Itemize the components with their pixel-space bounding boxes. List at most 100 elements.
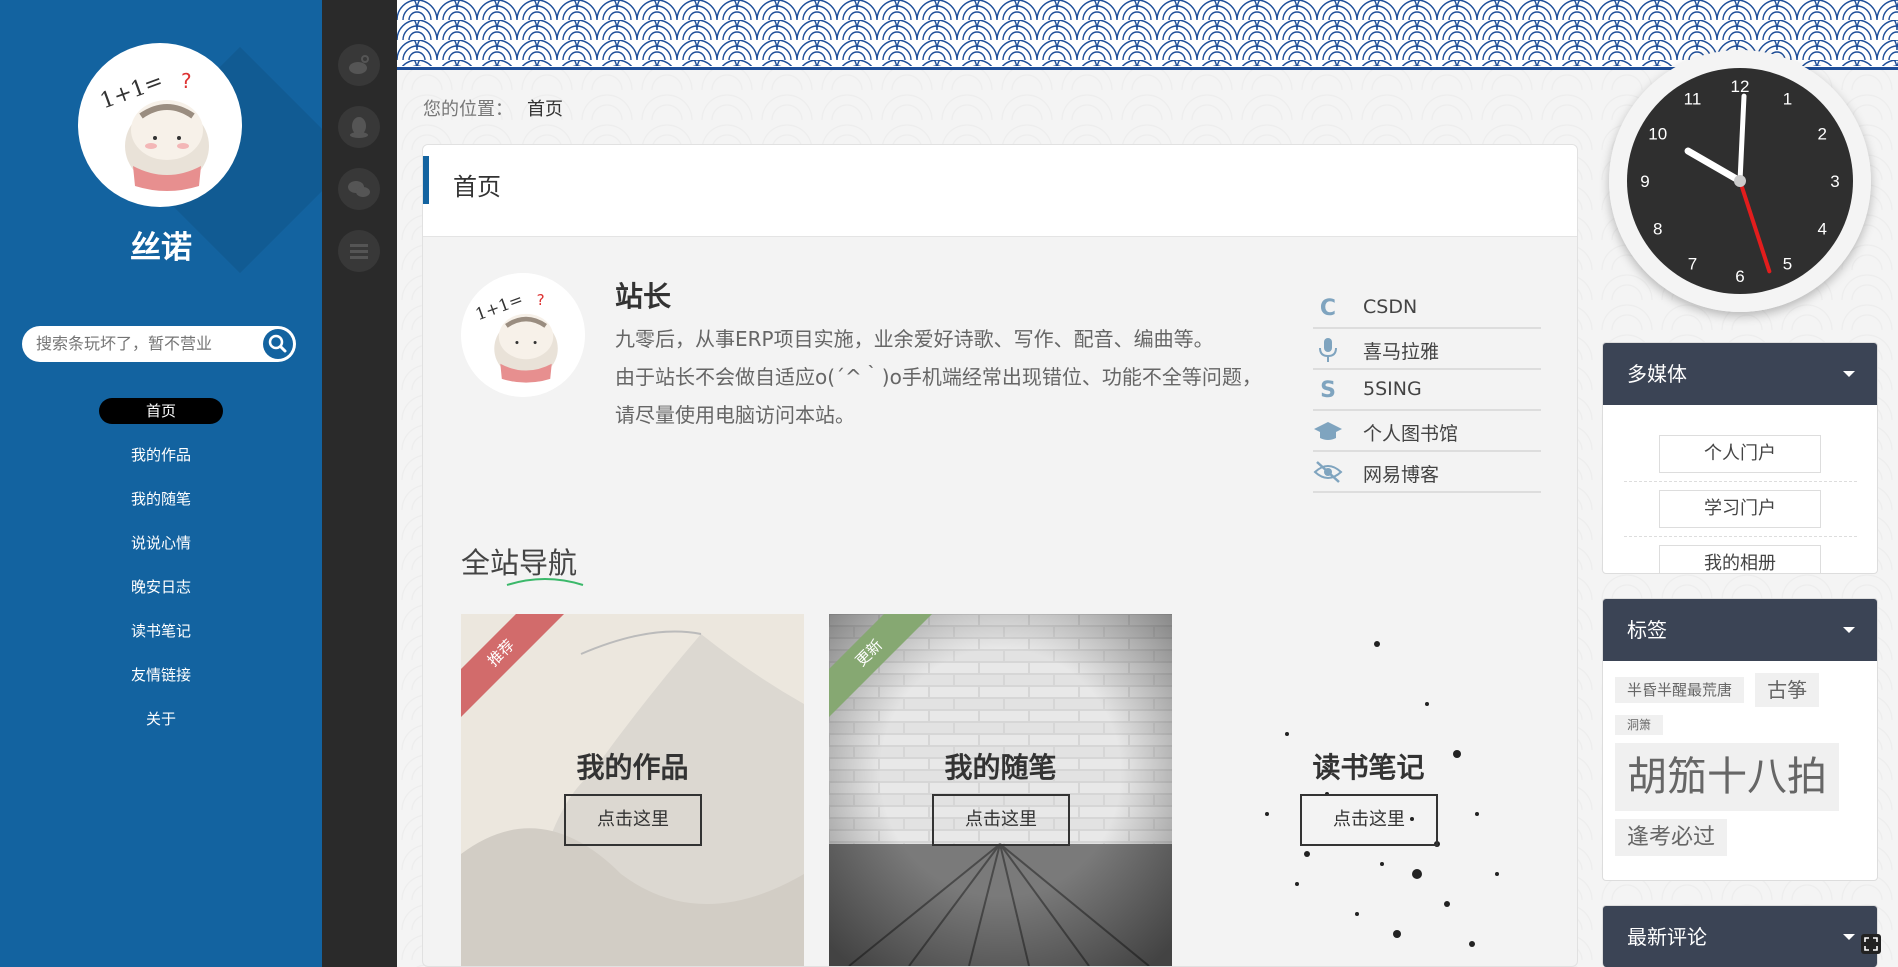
clock-number: 5 (1783, 254, 1792, 273)
search-input[interactable] (36, 334, 256, 353)
nav-item-essays[interactable]: 我的随笔 (99, 486, 223, 512)
clock-number: 4 (1818, 220, 1827, 239)
caret-down-icon[interactable] (1843, 627, 1855, 633)
clock-number: 7 (1688, 254, 1697, 273)
section-title-underline (506, 578, 584, 586)
nav-tile-works[interactable]: 推荐 我的作品 点击这里 (461, 614, 804, 966)
avatar[interactable]: 1+1= ? (78, 43, 242, 207)
wechat-icon[interactable] (338, 168, 380, 210)
link-netease-blog[interactable]: 网易博客 (1313, 452, 1541, 493)
clock-number: 6 (1735, 267, 1744, 286)
nav-item-home[interactable]: 首页 (99, 398, 223, 424)
caret-down-icon[interactable] (1843, 934, 1855, 940)
nav-item-night-log[interactable]: 晚安日志 (99, 574, 223, 600)
media-item[interactable]: 个人门户 (1659, 435, 1821, 473)
link-csdn[interactable]: C CSDN (1313, 288, 1541, 329)
profile-description: 九零后，从事ERP项目实施，业余爱好诗歌、写作、配音、编曲等。 由于站长不会做自… (615, 320, 1315, 434)
clock-number: 12 (1731, 77, 1750, 96)
widget-title: 多媒体 (1627, 362, 1687, 386)
widget-multimedia: 多媒体 个人门户 学习门户 我的相册 (1602, 342, 1878, 574)
nav-item-about[interactable]: 关于 (99, 706, 223, 732)
tile-button[interactable]: 点击这里 (932, 794, 1070, 846)
caret-down-icon[interactable] (1843, 371, 1855, 377)
csdn-icon: C (1319, 296, 1337, 321)
profile-name: 站长 (615, 280, 672, 313)
nav-item-moods[interactable]: 说说心情 (99, 530, 223, 556)
widget-title: 最新评论 (1627, 925, 1707, 949)
divider (1623, 536, 1857, 537)
tile-title: 我的作品 (576, 751, 689, 784)
media-item[interactable]: 学习门户 (1659, 490, 1821, 528)
svg-text:?: ? (181, 69, 192, 93)
clock-number: 8 (1653, 220, 1662, 239)
eye-slash-icon (1313, 460, 1343, 486)
link-label: CSDN (1363, 296, 1418, 318)
tile-title: 我的随笔 (944, 751, 1057, 784)
tag-item[interactable]: 洞箫 (1615, 715, 1664, 735)
tag-item[interactable]: 逢考必过 (1615, 819, 1728, 856)
weibo-icon[interactable] (338, 44, 380, 86)
link-ximalaya[interactable]: 喜马拉雅 (1313, 329, 1541, 370)
breadcrumb-prefix: 您的位置： (423, 99, 513, 120)
divider (1623, 481, 1857, 482)
nav-item-works[interactable]: 我的作品 (99, 442, 223, 468)
card-header-accent-bar (423, 156, 429, 204)
analog-clock: 12 1 2 3 4 5 6 7 8 9 10 11 (1609, 50, 1871, 312)
social-strip (322, 0, 397, 967)
nav-item-reading-notes[interactable]: 读书笔记 (99, 618, 223, 644)
clock-number: 10 (1648, 125, 1667, 144)
widget-header[interactable]: 标签 (1603, 599, 1877, 661)
5sing-icon: S (1320, 378, 1336, 403)
widget-header[interactable]: 多媒体 (1603, 343, 1877, 405)
ink-splatter-image (1265, 641, 1499, 947)
brick-wall-image (829, 614, 1172, 966)
nav-tile-reading-notes[interactable]: 读书笔记 点击这里 (1197, 614, 1540, 966)
list-icon[interactable] (338, 230, 380, 272)
sidebar-nav: 首页 我的作品 我的随笔 说说心情 晚安日志 读书笔记 友情链接 关于 (0, 398, 322, 750)
graduation-cap-icon (1313, 419, 1343, 445)
profile-desc-line: 九零后，从事ERP项目实施，业余爱好诗歌、写作、配音、编曲等。 (615, 327, 1214, 351)
tile-title: 读书笔记 (1312, 751, 1425, 784)
search-button[interactable] (263, 329, 293, 359)
card-header: 首页 (423, 145, 1577, 237)
left-sidebar: 1+1= ? 丝诺 首页 我的作品 我的随笔 说说心情 晚安日志 读书笔记 友情… (0, 0, 322, 967)
qq-icon[interactable] (338, 106, 380, 148)
clock-number: 1 (1783, 90, 1792, 109)
link-label: 喜马拉雅 (1363, 341, 1440, 363)
search-icon (268, 334, 287, 353)
ink-landscape-image (461, 614, 804, 966)
clock-number: 9 (1640, 172, 1649, 191)
link-label: 5SING (1363, 378, 1422, 400)
nav-tile-essays[interactable]: 更新 我的随笔 点击这里 (829, 614, 1172, 966)
content-card: 首页 1+1= ? 站长 九零后，从事ERP项目实施，业余爱好诗歌、写作、配音、… (422, 144, 1578, 967)
widget-title: 标签 (1627, 618, 1667, 642)
breadcrumb: 您的位置： 首页 (423, 95, 563, 121)
external-links: C CSDN 喜马拉雅 S 5SING 个人图书馆 网易博客 (1313, 288, 1541, 493)
clock-number: 2 (1818, 125, 1827, 144)
tile-button[interactable]: 点击这里 (1300, 794, 1438, 846)
site-name: 丝诺 (130, 230, 192, 266)
search-box (22, 326, 296, 362)
tag-item[interactable]: 半昏半醒最荒唐 (1615, 677, 1745, 703)
media-item[interactable]: 我的相册 (1659, 545, 1821, 573)
tile-button[interactable]: 点击这里 (564, 794, 702, 846)
link-personal-library[interactable]: 个人图书馆 (1313, 411, 1541, 452)
profile-desc-line: 请尽量使用电脑访问本站。 (615, 403, 855, 427)
link-5sing[interactable]: S 5SING (1313, 370, 1541, 411)
tag-cloud: 半昏半醒最荒唐 古筝 洞箫 胡笳十八拍 逢考必过 (1603, 661, 1877, 864)
link-label: 个人图书馆 (1363, 423, 1459, 445)
fullscreen-icon[interactable] (1861, 934, 1881, 954)
nav-item-friend-links[interactable]: 友情链接 (99, 662, 223, 688)
clock-number: 3 (1830, 172, 1839, 191)
link-label: 网易博客 (1363, 464, 1440, 486)
clock-number: 11 (1684, 90, 1702, 109)
svg-text:?: ? (537, 291, 545, 309)
tag-item[interactable]: 古筝 (1755, 673, 1820, 707)
page-title: 首页 (453, 173, 501, 201)
widget-tags: 标签 半昏半醒最荒唐 古筝 洞箫 胡笳十八拍 逢考必过 (1602, 598, 1878, 881)
tag-item[interactable]: 胡笳十八拍 (1615, 743, 1839, 811)
widget-header[interactable]: 最新评论 (1603, 906, 1877, 967)
microphone-icon (1313, 337, 1343, 363)
profile-avatar: 1+1= ? (461, 273, 585, 397)
breadcrumb-current[interactable]: 首页 (527, 99, 563, 120)
